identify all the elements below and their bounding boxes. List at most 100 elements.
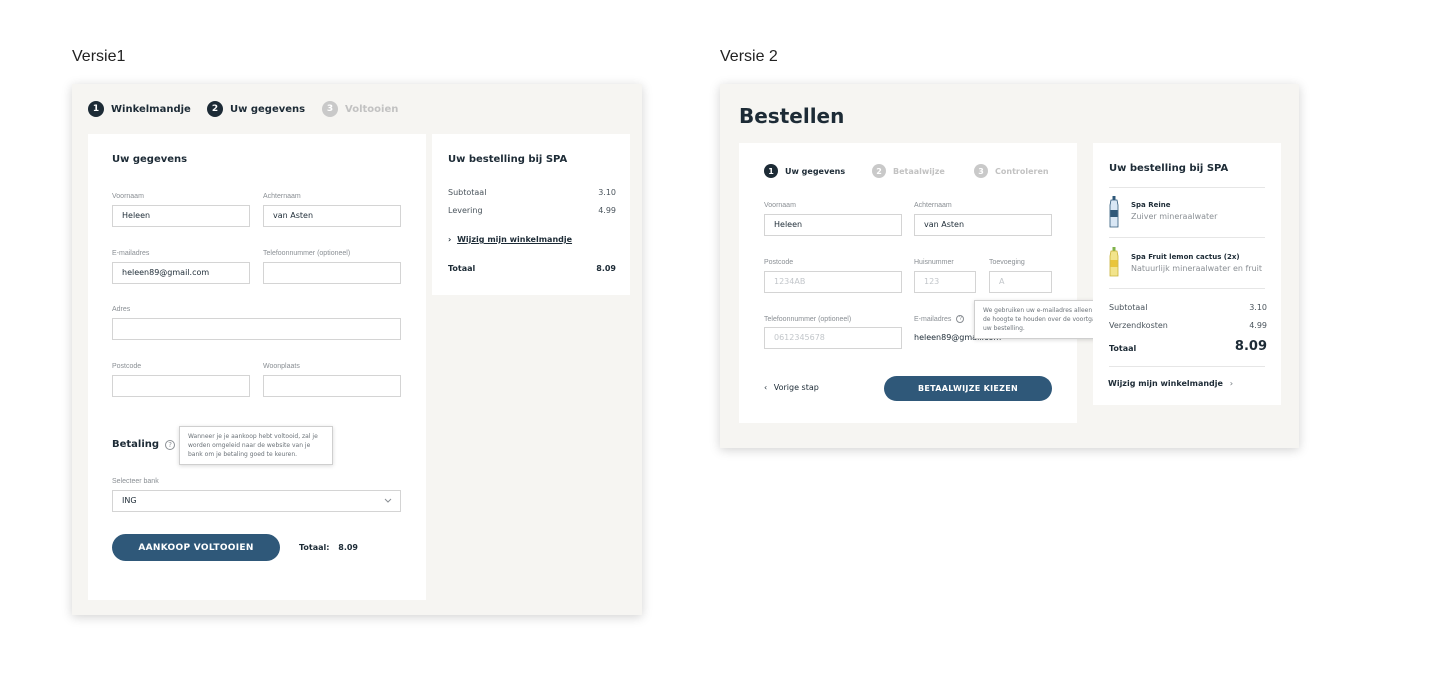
vorige-stap-text: Vorige stap xyxy=(773,383,819,392)
subtotaal-value: 3.10 xyxy=(598,188,616,197)
item-desc: Zuiver mineraalwater xyxy=(1131,212,1218,221)
version-1-label: Versie1 xyxy=(72,48,126,65)
postcode-input[interactable]: 1234AB xyxy=(764,271,902,293)
spa-fruit-bottle-icon xyxy=(1109,247,1119,277)
totaal-label: Totaal xyxy=(1109,344,1137,353)
email-input[interactable]: heleen89@gmail.com xyxy=(112,262,250,284)
total-inline: Totaal: 8.09 xyxy=(299,543,358,552)
version-1-card: 1 Winkelmandje 2 Uw gegevens 3 Voltooien… xyxy=(72,84,642,615)
wijzig-link-text: Wijzig mijn winkelmandje xyxy=(1108,379,1223,388)
item-name: Spa Reine xyxy=(1131,201,1171,209)
step-number: 2 xyxy=(207,101,223,117)
step-number: 3 xyxy=(974,164,988,178)
verzendkosten-value: 4.99 xyxy=(1249,321,1267,330)
telefoon-label: Telefoonnummer (optioneel) xyxy=(263,250,351,257)
totaal-value: 8.09 xyxy=(1234,339,1267,354)
postcode-label: Postcode xyxy=(112,363,142,370)
huisnummer-input[interactable]: 123 xyxy=(914,271,976,293)
step-winkelmandje[interactable]: 1 Winkelmandje xyxy=(88,101,191,117)
summary-title: Uw bestelling bij SPA xyxy=(1109,163,1229,174)
chevron-right-icon: › xyxy=(448,235,452,244)
achternaam-label: Achternaam xyxy=(263,193,301,200)
vorige-stap-link[interactable]: ‹ Vorige stap xyxy=(764,383,819,392)
telefoon-input[interactable] xyxy=(263,262,401,284)
wijzig-winkelmandje-link[interactable]: Wijzig mijn winkelmandje › xyxy=(1108,379,1233,388)
achternaam-input[interactable]: van Asten xyxy=(263,205,401,227)
order-summary-panel: Uw bestelling bij SPA Spa Reine Zuiver m… xyxy=(1093,143,1281,405)
bank-select[interactable]: ING xyxy=(112,490,401,512)
telefoon-label: Telefoonnummer (optioneel) xyxy=(764,316,852,323)
step-number: 1 xyxy=(764,164,778,178)
aankoop-voltooien-button[interactable]: AANKOOP VOLTOOIEN xyxy=(112,534,280,561)
achternaam-label: Achternaam xyxy=(914,202,952,209)
email-label: E-mailadres xyxy=(914,315,952,323)
item-desc: Natuurlijk mineraalwater en fruit xyxy=(1131,264,1263,273)
step-label: Winkelmandje xyxy=(111,103,191,115)
adres-label: Adres xyxy=(112,306,131,313)
voornaam-label: Voornaam xyxy=(764,202,796,209)
totaal-value: 8.09 xyxy=(596,264,616,273)
step-voltooien[interactable]: 3 Voltooien xyxy=(322,101,398,117)
step-number: 3 xyxy=(322,101,338,117)
toevoeging-input[interactable]: A xyxy=(989,271,1052,293)
divider xyxy=(1109,237,1265,238)
postcode-label: Postcode xyxy=(764,259,794,266)
page-title: Bestellen xyxy=(739,104,845,128)
step-number: 1 xyxy=(88,101,104,117)
woonplaats-label: Woonplaats xyxy=(263,363,300,370)
chevron-down-icon xyxy=(384,498,392,503)
subtotaal-value: 3.10 xyxy=(1249,303,1267,312)
voornaam-input[interactable]: Heleen xyxy=(112,205,250,227)
step-betaalwijze[interactable]: 2 Betaalwijze xyxy=(872,164,945,178)
divider xyxy=(1109,288,1265,289)
spa-reine-bottle-icon xyxy=(1109,196,1119,228)
betaling-tooltip: Wanneer je je aankoop hebt voltooid, zal… xyxy=(179,426,333,465)
telefoon-input[interactable]: 0612345678 xyxy=(764,327,902,349)
version-2-label: Versie 2 xyxy=(720,48,778,65)
huisnummer-label: Huisnummer xyxy=(914,259,954,266)
levering-label: Levering xyxy=(448,206,483,215)
wijzig-winkelmandje-link[interactable]: › Wijzig mijn winkelmandje xyxy=(448,235,572,244)
woonplaats-input[interactable] xyxy=(263,375,401,397)
totaal-label: Totaal xyxy=(448,264,476,273)
details-form-panel: 1 Uw gegevens 2 Betaalwijze 3 Controlere… xyxy=(739,143,1077,423)
help-icon[interactable]: ? xyxy=(956,315,965,323)
form-title: Uw gegevens xyxy=(112,154,188,165)
levering-value: 4.99 xyxy=(598,206,616,215)
chevron-left-icon: ‹ xyxy=(764,383,768,392)
order-summary-panel: Uw bestelling bij SPA Subtotaal 3.10 Lev… xyxy=(432,134,630,295)
step-uw-gegevens[interactable]: 2 Uw gegevens xyxy=(207,101,305,117)
adres-input[interactable] xyxy=(112,318,401,340)
step-controleren[interactable]: 3 Controleren xyxy=(974,164,1049,178)
step-label: Voltooien xyxy=(345,103,399,115)
betaling-title: Betaling xyxy=(112,439,160,450)
summary-title: Uw bestelling bij SPA xyxy=(448,154,568,165)
postcode-input[interactable] xyxy=(112,375,250,397)
step-label: Controleren xyxy=(995,166,1049,176)
email-label: E-mailadres xyxy=(112,250,150,257)
verzendkosten-label: Verzendkosten xyxy=(1109,321,1168,330)
achternaam-input[interactable]: van Asten xyxy=(914,214,1052,236)
chevron-right-icon: › xyxy=(1229,379,1234,388)
step-label: Uw gegevens xyxy=(785,166,846,176)
voornaam-input[interactable]: Heleen xyxy=(764,214,902,236)
version-2-card: Bestellen 1 Uw gegevens 2 Betaalwijze 3 … xyxy=(720,84,1299,448)
step-uw-gegevens[interactable]: 1 Uw gegevens xyxy=(764,164,845,178)
details-form-panel: Uw gegevens Voornaam Heleen Achternaam v… xyxy=(88,134,426,600)
divider xyxy=(1109,366,1265,367)
item-name: Spa Fruit lemon cactus (2x) xyxy=(1131,253,1240,261)
total-value: 8.09 xyxy=(338,543,358,552)
help-icon[interactable]: ? xyxy=(165,439,176,450)
subtotaal-label: Subtotaal xyxy=(1109,303,1148,312)
betaalwijze-kiezen-button[interactable]: BETAALWIJZE KIEZEN xyxy=(884,376,1052,401)
divider xyxy=(1109,187,1265,188)
email-label-row: E-mailadres ? xyxy=(914,315,965,323)
betaling-heading: Betaling ? xyxy=(112,439,176,450)
wijzig-link-text: Wijzig mijn winkelmandje xyxy=(457,235,573,244)
toevoeging-label: Toevoeging xyxy=(989,259,1025,266)
bank-label: Selecteer bank xyxy=(112,478,159,485)
step-label: Uw gegevens xyxy=(230,103,306,115)
voornaam-label: Voornaam xyxy=(112,193,144,200)
step-label: Betaalwijze xyxy=(893,166,945,176)
total-label: Totaal: xyxy=(299,543,330,552)
